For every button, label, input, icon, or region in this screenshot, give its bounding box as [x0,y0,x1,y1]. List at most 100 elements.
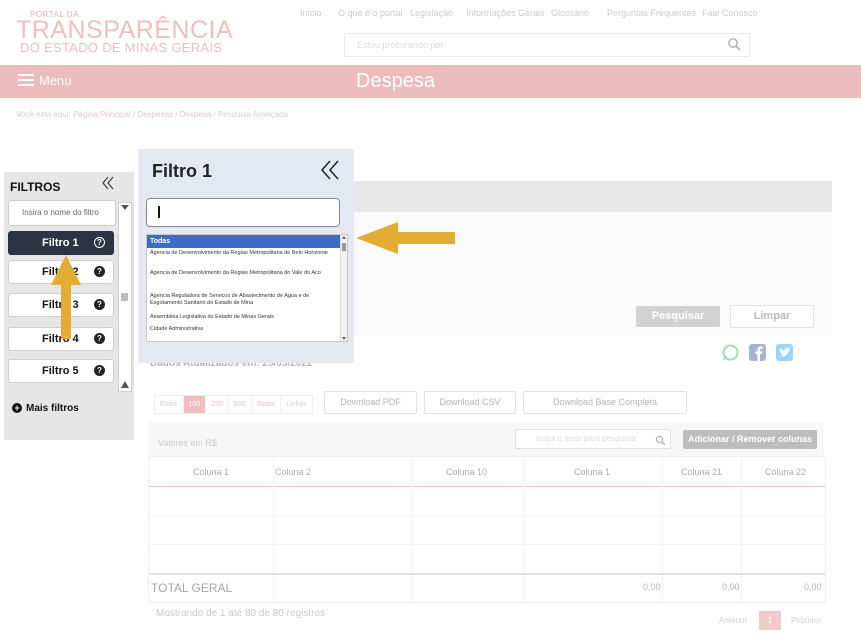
column-divider [411,457,412,602]
showing-records: Mostrando de 1 até 80 de 80 registros [156,608,325,619]
column-header[interactable]: Coluna 10 [446,467,487,477]
list-item[interactable]: Cidade Administrativa [147,326,342,333]
text-cursor [158,206,160,218]
total-divider [149,573,825,575]
help-icon[interactable]: ? [94,266,105,277]
row-divider [149,544,825,545]
rows-100[interactable]: 100 [183,396,207,413]
total-value: 0,00 [804,582,822,592]
filter-name-input[interactable]: Insira o nome do filtro [8,200,116,226]
more-filters-button[interactable]: + Mais filtros [12,403,79,414]
pesquisar-button[interactable]: Pesquisar [636,306,720,327]
site-search-input[interactable]: Estou procurando por [344,33,750,57]
filters-title: FILTROS [10,180,61,194]
nav-informacoes[interactable]: Informações Gerais [466,8,545,18]
collapse-sidebar-icon[interactable] [101,176,115,195]
annotation-arrow-left-icon [356,221,456,260]
site-search-placeholder: Estou procurando por [357,40,444,50]
whatsapp-icon[interactable] [722,344,739,361]
nav-fale-conosco[interactable]: Fale Conosco [702,8,758,18]
nav-perguntas[interactable]: Perguntas Frequentes [607,8,696,18]
scroll-thumb[interactable] [342,243,346,251]
scroll-up-icon[interactable] [342,236,346,239]
header-divider [149,486,825,487]
table-search-input[interactable]: Insira o texto para pesquisar [515,429,671,449]
nav-o-que-e[interactable]: O que é o portal [338,8,403,18]
breadcrumb-home[interactable]: Página Principal [73,110,131,119]
scroll-thumb[interactable] [121,293,128,301]
download-csv-button[interactable]: Download CSV [424,391,516,414]
filter-label: Filtro 5 [42,365,79,377]
filter-value-input[interactable] [146,198,340,227]
rows-label: Exibir [155,396,184,413]
total-label: TOTAL GERAL [151,581,233,595]
search-icon[interactable] [727,37,741,56]
filter-panel-title: Filtro 1 [152,161,213,181]
total-value: 0,00 [722,582,740,592]
rows-suffix: Linhas [286,401,307,408]
annotation-arrow-up-icon [50,255,82,346]
column-divider [273,457,274,602]
column-header[interactable]: Coluna 1 [574,467,610,477]
valores-label: Valores em R$ [158,438,217,448]
breadcrumb: Você está aqui: Página Principal / Despe… [16,110,289,119]
nav-legislacao[interactable]: Legislação [410,8,453,18]
collapse-panel-icon[interactable] [320,158,340,188]
rows-250[interactable]: 250 [206,396,229,413]
list-item[interactable]: Assembleia Legislativa do Estado de Mina… [147,314,342,321]
menu-button[interactable]: Menu [39,73,72,88]
breadcrumb-prefix: Você está aqui: [16,110,71,119]
nav-inicio[interactable]: Início [300,8,322,18]
help-icon[interactable]: ? [94,333,105,344]
sidebar-scrollbar[interactable] [118,202,132,392]
twitter-icon[interactable] [776,344,793,361]
help-icon[interactable]: ? [94,237,105,248]
list-scrollbar[interactable] [340,235,347,341]
facebook-icon[interactable] [749,344,766,361]
column-header[interactable]: Coluna 21 [681,467,722,477]
help-icon[interactable]: ? [94,365,105,376]
scroll-down-icon[interactable] [342,337,346,340]
column-header[interactable]: Coluna 2 [275,467,311,477]
column-header[interactable]: Coluna 22 [765,467,806,477]
rows-500[interactable]: 500 [229,396,252,413]
rows-todas[interactable]: Todas [252,396,282,413]
scroll-up-icon[interactable] [121,205,129,210]
download-pdf-button[interactable]: Download PDF [324,391,417,414]
help-icon[interactable]: ? [94,299,105,310]
limpar-button[interactable]: Limpar [730,305,814,328]
plus-icon: + [12,403,22,414]
list-item[interactable]: Agencia Reguladora de Servicos de Abaste… [147,293,342,307]
filter-options-list[interactable]: Todas Agencia de Desenvolvimento da Regi… [146,234,348,342]
download-full-button[interactable]: Download Base Completa [523,391,687,414]
page-title: Despesa [356,70,435,92]
column-divider [741,457,742,602]
page-1[interactable]: 1 [759,611,781,630]
list-item[interactable]: Agencia de Desenvolvimento da Regiao Met… [147,270,342,277]
filter-1-button[interactable]: Filtro 1 ? [8,231,114,255]
breadcrumb-despesas[interactable]: Despesas [137,110,173,119]
row-divider [149,515,825,516]
breadcrumb-current: Pesquisa Avançada [217,110,289,119]
table-search-placeholder: Insira o texto para pesquisar [536,434,637,443]
filter-name-placeholder: Insira o nome do filtro [22,208,99,217]
scroll-down-icon[interactable] [121,381,129,388]
hamburger-icon[interactable] [18,74,34,89]
nav-glossario[interactable]: Glossário [551,8,589,18]
add-remove-columns-button[interactable]: Adicionar / Remover colunas [683,430,817,449]
column-header[interactable]: Coluna 1 [193,467,229,477]
list-item[interactable]: Agencia de Desenvolvimento da Regiao Met… [147,250,342,257]
breadcrumb-despesa[interactable]: Despesa [180,110,212,119]
column-divider [524,457,525,602]
more-filters-label: Mais filtros [26,403,79,414]
filter-5-button[interactable]: Filtro 5 ? [8,359,114,383]
next-page-link[interactable]: Próximo [791,616,820,625]
rows-per-page: Exibir 100 250 500 Todas Linhas [154,395,313,414]
column-divider [662,457,663,602]
search-icon [655,433,666,451]
prev-page-link[interactable]: Anterior [719,616,747,625]
logo-subtitle: DO ESTADO DE MINAS GERAIS [20,40,223,55]
total-value: 0,00 [643,582,661,592]
data-table: Coluna 1 Coluna 2 Coluna 10 Coluna 1 Col… [148,456,826,603]
option-todas[interactable]: Todas [147,235,342,248]
